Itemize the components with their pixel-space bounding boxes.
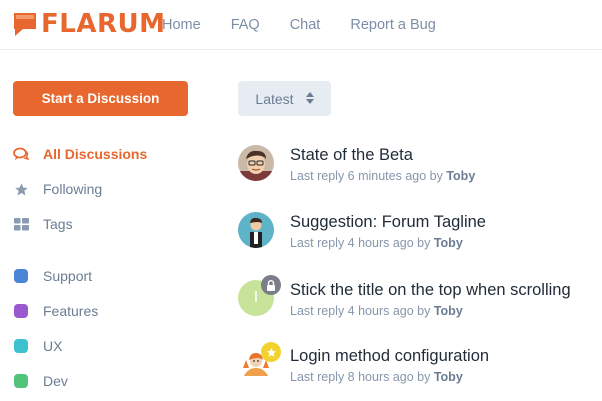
tags-grid-icon (13, 216, 29, 232)
sidebar-item-label: All Discussions (43, 146, 148, 162)
sidebar-tag-label: Dev (43, 373, 68, 389)
tag-color-swatch (13, 303, 29, 319)
discussion-title[interactable]: Suggestion: Forum Tagline (290, 213, 486, 232)
sidebar-item-tags[interactable]: Tags (13, 214, 73, 234)
discussion-item[interactable]: I Stick the title on the top when scroll… (238, 275, 602, 330)
discussion-item[interactable]: Suggestion: Forum Tagline Last reply 4 h… (238, 212, 602, 262)
discussion-meta: Last reply 4 hours ago by Toby (290, 304, 463, 318)
comments-icon (13, 146, 29, 162)
sidebar-tag-features[interactable]: Features (13, 301, 98, 321)
sidebar-tag-ux[interactable]: UX (13, 336, 62, 356)
logo-text: FLARUM (41, 9, 166, 39)
top-nav: Home FAQ Chat Report a Bug (162, 16, 466, 34)
discussion-user[interactable]: Toby (446, 169, 475, 183)
discussion-item[interactable]: Login method configuration Last reply 8 … (238, 342, 602, 396)
star-icon (261, 342, 281, 362)
header: FLARUM Home FAQ Chat Report a Bug (0, 0, 602, 50)
sidebar-item-all-discussions[interactable]: All Discussions (13, 144, 147, 164)
discussion-title[interactable]: State of the Beta (290, 146, 413, 165)
sidebar-tag-label: Support (43, 268, 93, 284)
discussion-item[interactable]: State of the Beta Last reply 6 minutes a… (238, 145, 602, 195)
sort-label: Latest (255, 90, 294, 107)
discussion-meta: Last reply 8 hours ago by Toby (290, 370, 463, 384)
discussion-user[interactable]: Toby (434, 236, 463, 250)
nav-home-link[interactable]: Home (162, 16, 201, 34)
sidebar-item-label: Following (43, 181, 103, 197)
sidebar-tag-support[interactable]: Support (13, 266, 92, 286)
user-avatar[interactable] (238, 145, 274, 181)
start-discussion-button[interactable]: Start a Discussion (13, 81, 188, 116)
tag-color-swatch (13, 268, 29, 284)
discussion-meta: Last reply 6 minutes ago by Toby (290, 169, 476, 183)
sidebar-tag-label: Features (43, 303, 99, 319)
logo-speech-icon (13, 11, 37, 37)
discussion-title[interactable]: Login method configuration (290, 347, 489, 366)
lock-icon (261, 275, 281, 295)
nav-report-bug-link[interactable]: Report a Bug (350, 16, 435, 34)
sort-caret-icon (305, 91, 314, 107)
discussion-title[interactable]: Stick the title on the top when scrollin… (290, 281, 571, 300)
tag-color-swatch (13, 338, 29, 354)
star-icon (13, 181, 29, 197)
sort-dropdown[interactable]: Latest (238, 81, 331, 116)
nav-chat-link[interactable]: Chat (290, 16, 321, 34)
user-avatar[interactable] (238, 212, 274, 248)
tag-color-swatch (13, 373, 29, 389)
avatar-letter: I (253, 289, 259, 306)
discussion-meta: Last reply 4 hours ago by Toby (290, 236, 463, 250)
sidebar-tag-label: UX (43, 338, 63, 354)
sidebar-item-label: Tags (43, 216, 73, 232)
discussion-user[interactable]: Toby (434, 370, 463, 384)
sidebar-item-following[interactable]: Following (13, 179, 102, 199)
nav-faq-link[interactable]: FAQ (231, 16, 260, 34)
discussion-user[interactable]: Toby (434, 304, 463, 318)
logo[interactable]: FLARUM (13, 9, 165, 39)
sidebar-tag-dev[interactable]: Dev (13, 371, 68, 391)
